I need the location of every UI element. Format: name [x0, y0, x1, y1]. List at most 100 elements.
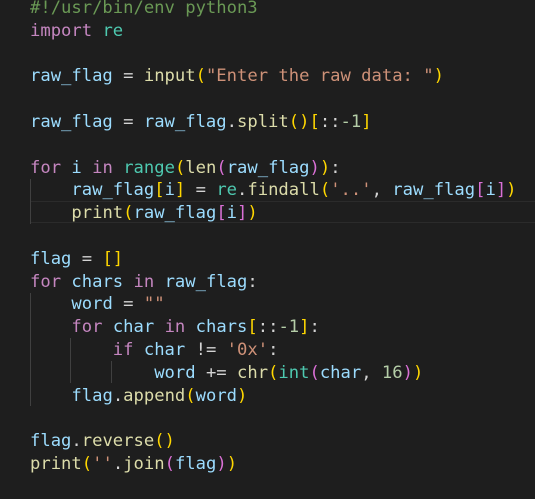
code-token: ] — [299, 317, 310, 338]
code-token: :: — [257, 317, 279, 338]
code-token: i — [226, 203, 238, 224]
code-token: [ — [154, 180, 165, 201]
code-editor[interactable]: #!/usr/bin/env python3 import re raw_flag … — [0, 0, 535, 499]
code-line[interactable]: print(raw_flag[i]) — [30, 202, 257, 225]
code-token: . — [237, 180, 248, 201]
code-line[interactable]: import re — [30, 20, 123, 43]
code-line[interactable]: word = "" — [30, 293, 164, 316]
code-token: : — [309, 317, 320, 338]
code-token: -1 — [278, 317, 300, 338]
code-token: flag — [174, 454, 217, 474]
code-token: += — [195, 362, 237, 383]
code-line[interactable]: flag = [] — [30, 248, 123, 271]
code-line[interactable]: #!/usr/bin/env python3 — [30, 0, 258, 20]
code-token: [ — [309, 112, 320, 132]
code-token: ) — [226, 454, 238, 474]
code-line[interactable]: raw_flag = raw_flag.split()[::-1] — [30, 111, 372, 134]
code-token: for — [71, 317, 103, 338]
code-token: raw_flag — [226, 157, 310, 178]
code-token: flag — [30, 431, 72, 452]
code-token: word — [154, 362, 196, 383]
code-token: ] — [495, 180, 507, 201]
code-token: #!/usr/bin/env python3 — [30, 0, 258, 18]
code-token: for — [30, 157, 62, 178]
code-token: join — [123, 454, 165, 474]
code-line[interactable]: raw_flag[i] = re.findall('..', raw_flag[… — [30, 179, 517, 202]
code-token: [ — [247, 317, 258, 338]
code-token: () — [154, 431, 175, 452]
code-token: () — [288, 112, 310, 132]
code-token: , — [361, 362, 382, 383]
code-token: chars — [195, 317, 248, 338]
code-line[interactable]: for i in range(len(raw_flag)): — [30, 157, 341, 180]
code-token: word — [195, 385, 238, 406]
code-token: = — [112, 66, 144, 87]
code-token: ( — [185, 385, 196, 406]
code-token: ( — [216, 157, 227, 178]
code-line[interactable]: raw_flag = input("Enter the raw data: ") — [30, 65, 444, 88]
code-token: . — [71, 431, 82, 452]
code-token: i — [485, 180, 496, 201]
code-token: = — [185, 180, 217, 201]
code-token: word — [71, 294, 113, 315]
code-token: in — [92, 157, 113, 178]
code-token: raw_flag — [392, 180, 476, 201]
code-line[interactable]: print(''.join(flag)) — [30, 453, 237, 476]
code-token: ] — [174, 180, 186, 201]
code-token: ) — [237, 385, 248, 406]
code-line[interactable]: for char in chars[::-1]: — [30, 316, 320, 339]
code-token: [ — [475, 180, 486, 201]
code-token: input — [143, 66, 196, 87]
code-token: . — [112, 385, 124, 406]
code-token: flag — [71, 385, 113, 406]
code-token: ) — [506, 180, 517, 201]
code-token: ( — [164, 454, 175, 474]
code-token: ) — [402, 362, 413, 383]
code-token: ( — [174, 157, 186, 178]
code-token: :: — [319, 112, 341, 132]
code-token: char — [319, 362, 362, 383]
code-token: chars — [71, 271, 124, 292]
code-token: [ — [216, 203, 227, 224]
code-token: "Enter the raw data: " — [205, 66, 434, 87]
code-line[interactable]: flag.reverse() — [30, 430, 175, 453]
code-token: findall — [247, 180, 320, 201]
code-token: . — [226, 112, 237, 132]
code-token: ( — [123, 203, 134, 224]
code-token: ] — [237, 203, 248, 224]
code-token: char — [112, 317, 155, 338]
code-token: in — [164, 317, 186, 338]
code-token: . — [112, 454, 124, 474]
code-token: chr — [237, 362, 269, 383]
code-token: len — [185, 157, 217, 178]
code-token: i — [164, 180, 175, 201]
code-token: char — [143, 340, 186, 360]
code-token: ( — [268, 362, 279, 383]
code-token: : — [247, 271, 258, 292]
code-token: != — [185, 340, 227, 360]
code-line[interactable]: word += chr(int(char, 16)) — [30, 362, 423, 385]
code-token: ) — [319, 157, 331, 178]
code-token: raw_flag — [30, 112, 113, 132]
code-token: re — [102, 20, 124, 41]
code-token: flag — [30, 248, 72, 269]
code-line[interactable]: flag.append(word) — [30, 385, 247, 408]
code-line[interactable]: for chars in raw_flag: — [30, 271, 258, 294]
code-token: = — [71, 248, 103, 269]
code-line[interactable]: if char != '0x': — [30, 339, 279, 362]
code-token: ( — [309, 362, 320, 383]
